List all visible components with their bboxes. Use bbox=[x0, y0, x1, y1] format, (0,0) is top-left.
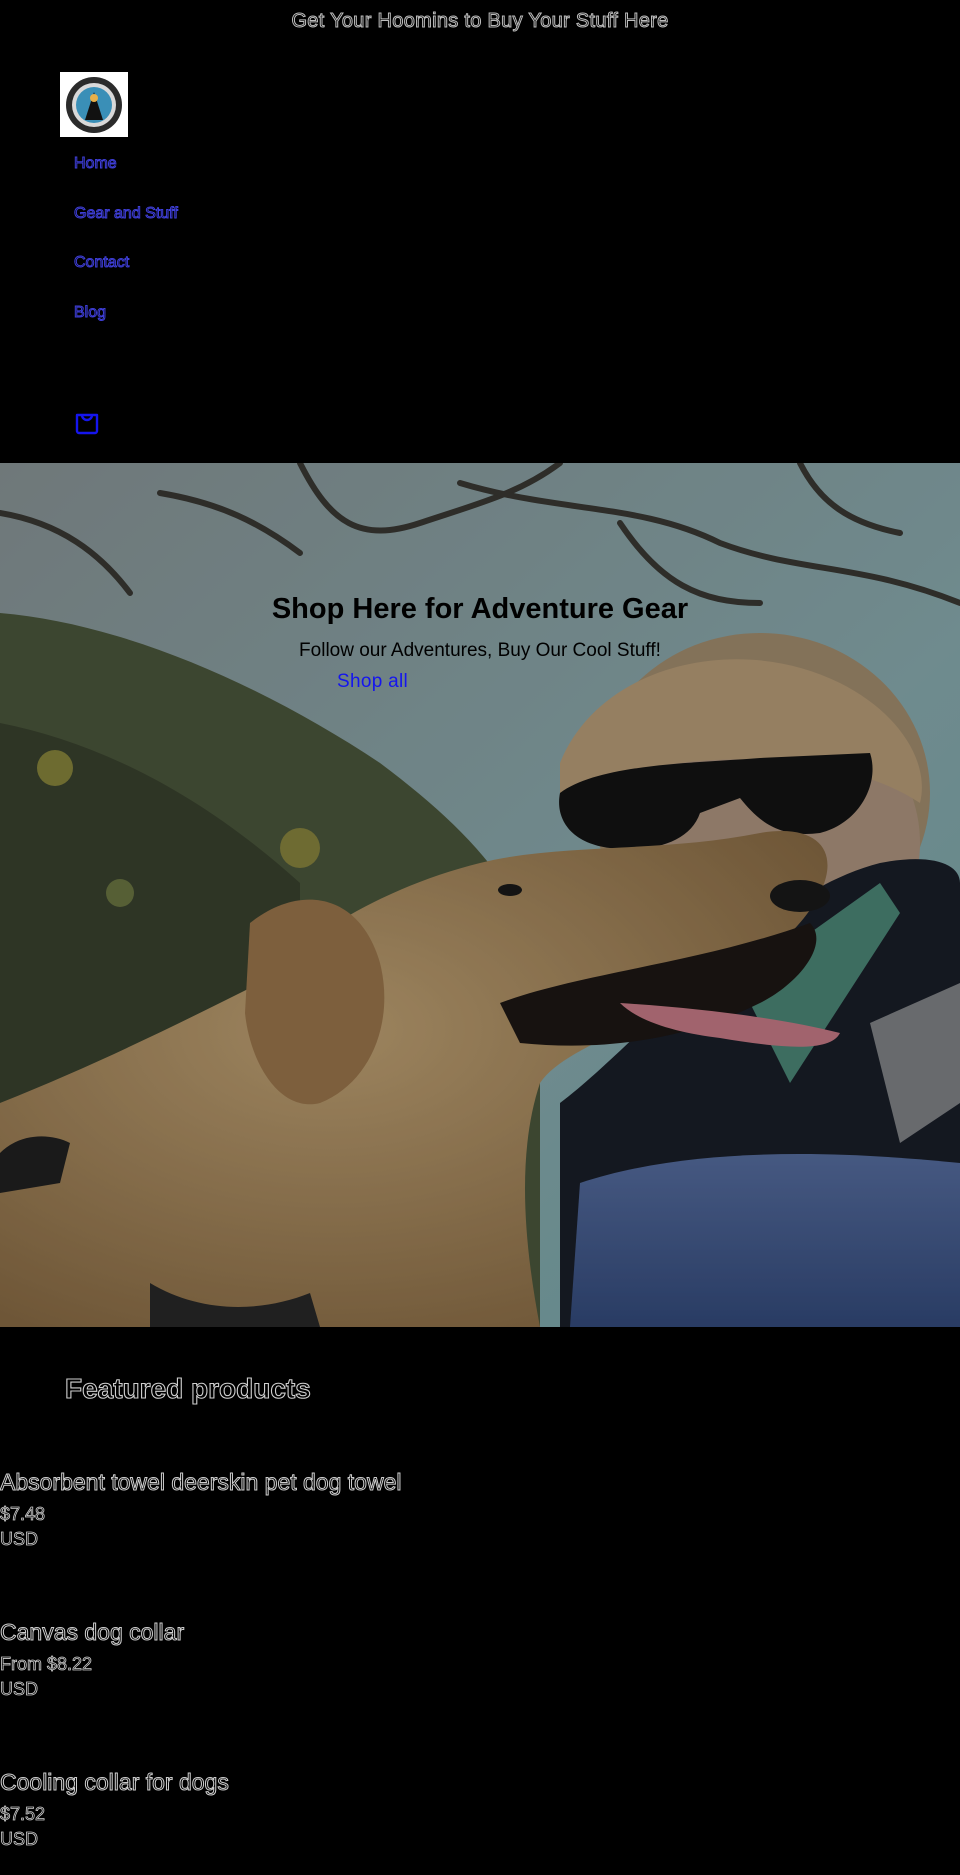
hero-subtitle: Follow our Adventures, Buy Our Cool Stuf… bbox=[299, 640, 661, 661]
shop-all-button[interactable]: Shop all bbox=[337, 671, 408, 693]
product-card[interactable]: Canvas dog collar From $8.22 USD bbox=[0, 1618, 960, 1702]
featured-heading: Featured products bbox=[64, 1373, 311, 1405]
nav-home[interactable]: Home bbox=[74, 155, 178, 205]
product-card[interactable]: Absorbent towel deerskin pet dog towel $… bbox=[0, 1468, 960, 1552]
product-currency: USD bbox=[0, 1679, 39, 1700]
product-currency: USD bbox=[0, 1529, 39, 1550]
nav-blog[interactable]: Blog bbox=[74, 303, 178, 354]
site-logo[interactable] bbox=[60, 72, 128, 137]
product-price: $7.52 bbox=[0, 1804, 46, 1825]
main-nav: Home Gear and Stuff Contact Blog bbox=[74, 155, 179, 354]
announcement-bar: Get Your Hoomins to Buy Your Stuff Here bbox=[291, 10, 669, 33]
product-title[interactable]: Absorbent towel deerskin pet dog towel bbox=[0, 1468, 960, 1496]
nav-gear-and-stuff[interactable]: Gear and Stuff bbox=[74, 204, 179, 255]
hero-banner: Shop Here for Adventure Gear Follow our … bbox=[0, 463, 960, 1327]
product-price: $7.48 bbox=[0, 1504, 46, 1525]
product-price: From $8.22 bbox=[0, 1654, 93, 1675]
hero-title: Shop Here for Adventure Gear bbox=[271, 593, 689, 626]
product-title[interactable]: Cooling collar for dogs bbox=[0, 1768, 960, 1796]
product-title[interactable]: Canvas dog collar bbox=[0, 1618, 960, 1646]
cart-icon[interactable] bbox=[74, 409, 100, 435]
product-card[interactable]: Cooling collar for dogs $7.52 USD bbox=[0, 1768, 960, 1852]
product-currency: USD bbox=[0, 1829, 39, 1850]
logo-icon bbox=[66, 76, 122, 133]
nav-contact[interactable]: Contact bbox=[74, 254, 178, 304]
